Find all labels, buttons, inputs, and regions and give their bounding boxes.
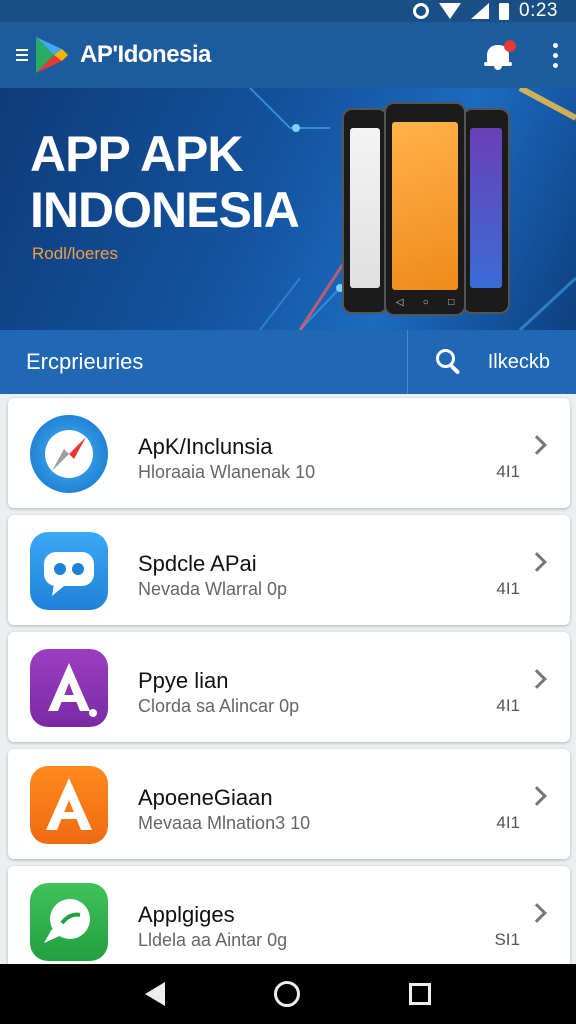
menu-icon[interactable] xyxy=(16,49,28,61)
app-count: 4I1 xyxy=(496,813,520,832)
category-bar: Ercprieuries Ilkeckb xyxy=(0,330,576,394)
app-description: Mevaaa Mlnation3 10 xyxy=(138,813,311,833)
chevron-right-icon xyxy=(527,669,547,689)
list-item[interactable]: Applgiges Lldela aa Aintar 0g SI1 xyxy=(8,866,570,964)
notification-bell-icon[interactable] xyxy=(484,40,516,70)
list-item[interactable]: ApoeneGiaan Mevaaa Mlnation3 10 4I1 xyxy=(8,749,570,859)
app-description: Nevada Wlarral 0p xyxy=(138,579,288,599)
speech-bubble-icon xyxy=(30,883,108,961)
play-logo-icon xyxy=(36,37,68,73)
app-name: Applgiges xyxy=(138,902,235,927)
app-count: SI1 xyxy=(494,930,520,949)
back-icon[interactable] xyxy=(144,982,165,1006)
app-name: Ppye lian xyxy=(138,668,229,693)
categories-tab[interactable]: Ercprieuries xyxy=(26,349,407,375)
phone-image-left xyxy=(342,108,388,314)
tab-right-label[interactable]: Ilkeckb xyxy=(488,351,550,374)
app-count: 4I1 xyxy=(496,696,520,715)
app-title: AP'Idonesia xyxy=(80,41,211,68)
app-count: 4I1 xyxy=(496,579,520,598)
letter-a-purple-icon xyxy=(30,649,108,727)
app-name: Spdcle APai xyxy=(138,551,257,576)
app-description: Hloraaia Wlanenak 10 xyxy=(138,462,316,482)
battery-icon xyxy=(499,2,510,20)
chevron-right-icon xyxy=(527,903,547,923)
divider xyxy=(406,330,408,394)
app-description: Lldela aa Aintar 0g xyxy=(138,930,288,950)
chevron-right-icon xyxy=(527,786,547,806)
chevron-right-icon xyxy=(527,552,547,572)
app-count: 4I1 xyxy=(496,462,520,481)
alarm-icon xyxy=(413,3,430,19)
banner-title-line1: APP APK xyxy=(30,126,244,182)
signal-icon xyxy=(471,3,490,19)
letter-a-orange-icon xyxy=(30,766,108,844)
status-bar: 0:23 xyxy=(0,0,576,22)
banner-title: APP APK INDONESIA xyxy=(30,126,300,238)
chat-bubble-icon xyxy=(30,532,108,610)
promo-banner[interactable]: APP APK INDONESIA Rodl/loeres ◁ ○ □ xyxy=(0,88,576,330)
list-item[interactable]: Spdcle APai Nevada Wlarral 0p 4I1 xyxy=(8,515,570,625)
banner-title-line2: INDONESIA xyxy=(30,182,300,238)
phone-image-right xyxy=(462,108,510,314)
phone-image-center: ◁ ○ □ xyxy=(384,102,466,316)
wifi-icon xyxy=(439,3,462,19)
app-bar: AP'Idonesia xyxy=(0,22,576,88)
chevron-right-icon xyxy=(527,435,547,455)
more-options-icon[interactable] xyxy=(550,42,560,68)
app-name: ApoeneGiaan xyxy=(138,785,273,810)
recent-apps-icon[interactable] xyxy=(409,983,432,1005)
home-icon[interactable] xyxy=(273,981,300,1007)
system-nav-bar xyxy=(0,964,576,1024)
search-icon[interactable] xyxy=(435,349,462,375)
list-item[interactable]: Ppye lian Clorda sa Alincar 0p 4I1 xyxy=(8,632,570,742)
app-list: ApK/Inclunsia Hloraaia Wlanenak 10 4I1 S… xyxy=(0,394,576,964)
banner-subtitle: Rodl/loeres xyxy=(32,244,118,263)
app-name: ApK/Inclunsia xyxy=(138,434,273,459)
status-time: 0:23 xyxy=(519,0,558,21)
list-item[interactable]: ApK/Inclunsia Hloraaia Wlanenak 10 4I1 xyxy=(8,398,570,508)
notification-dot xyxy=(504,40,516,52)
compass-icon xyxy=(30,415,108,493)
app-description: Clorda sa Alincar 0p xyxy=(138,696,300,716)
